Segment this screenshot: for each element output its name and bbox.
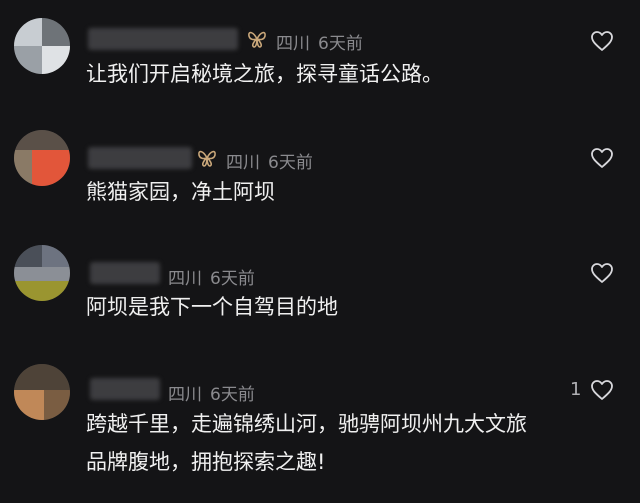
comment-item: 四川 6天前 1 跨越千里，走遍锦绣山河，驰骋阿坝州九大文旅 品牌腹地，拥抱探索之… bbox=[0, 0, 640, 503]
comment-meta: 四川 6天前 bbox=[168, 380, 255, 405]
like-count: 1 bbox=[570, 379, 582, 400]
like-heart-icon[interactable] bbox=[590, 379, 614, 401]
avatar[interactable] bbox=[14, 364, 70, 420]
comment-text-line: 跨越千里，走遍锦绣山河，驰骋阿坝州九大文旅 bbox=[86, 412, 527, 436]
comment-time: 6天前 bbox=[210, 385, 255, 405]
comment-location: 四川 bbox=[168, 385, 202, 405]
comment-text-line: 品牌腹地，拥抱探索之趣! bbox=[86, 450, 326, 474]
username-blurred[interactable] bbox=[90, 378, 160, 400]
